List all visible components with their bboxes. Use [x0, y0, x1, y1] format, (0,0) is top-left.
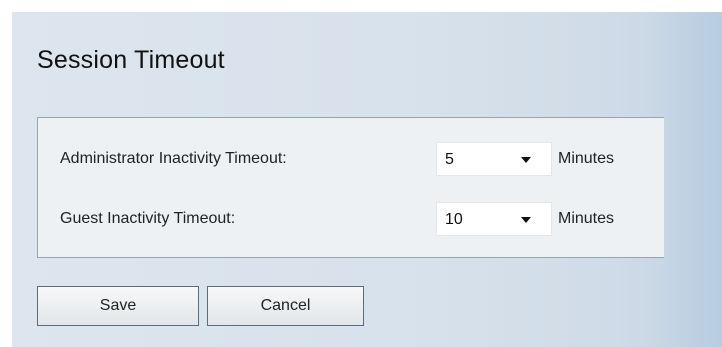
guest-timeout-label: Guest Inactivity Timeout: [60, 210, 236, 227]
guest-timeout-select[interactable]: 10 [436, 202, 552, 236]
admin-timeout-select[interactable]: 5 [436, 142, 552, 176]
cancel-button[interactable]: Cancel [207, 286, 364, 326]
chevron-down-icon [521, 157, 531, 163]
page-title: Session Timeout [37, 46, 225, 74]
guest-timeout-row: Guest Inactivity Timeout: 10 Minutes [38, 202, 664, 236]
timeout-settings-panel: Administrator Inactivity Timeout: 5 Minu… [37, 117, 664, 258]
guest-timeout-value: 10 [445, 211, 463, 228]
admin-timeout-row: Administrator Inactivity Timeout: 5 Minu… [38, 142, 664, 176]
admin-timeout-unit: Minutes [558, 150, 615, 167]
admin-timeout-label: Administrator Inactivity Timeout: [60, 150, 287, 167]
chevron-down-icon [521, 217, 531, 223]
guest-timeout-unit: Minutes [558, 210, 615, 227]
save-button[interactable]: Save [37, 286, 199, 326]
admin-timeout-value: 5 [445, 151, 454, 168]
